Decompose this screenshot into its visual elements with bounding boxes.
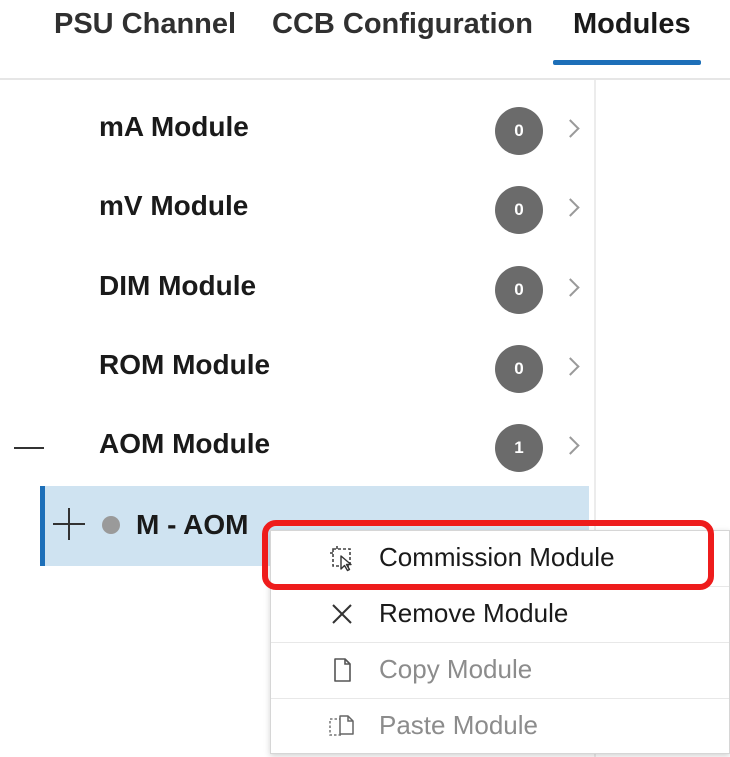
module-row-rom[interactable]: ROM Module 0 bbox=[0, 327, 594, 407]
tab-ccb-configuration[interactable]: CCB Configuration bbox=[272, 8, 533, 41]
module-row-mv[interactable]: mV Module 0 bbox=[0, 168, 594, 248]
tab-bar-divider bbox=[0, 78, 730, 80]
menu-item-label: Commission Module bbox=[379, 542, 615, 572]
chevron-right-icon[interactable] bbox=[561, 198, 580, 217]
commission-icon bbox=[328, 544, 356, 572]
menu-item-label: Remove Module bbox=[379, 598, 569, 628]
chevron-right-icon[interactable] bbox=[561, 278, 580, 297]
count-badge: 0 bbox=[495, 345, 543, 393]
module-instance-label: M - AOM bbox=[136, 509, 249, 540]
module-row-dim[interactable]: DIM Module 0 bbox=[0, 248, 594, 328]
menu-item-label: Paste Module bbox=[379, 710, 538, 740]
module-row-ma[interactable]: mA Module 0 bbox=[0, 89, 594, 169]
selection-indicator bbox=[40, 486, 45, 566]
tab-modules[interactable]: Modules bbox=[573, 8, 691, 41]
menu-item-paste-module[interactable]: Paste Module bbox=[271, 699, 729, 754]
menu-item-remove-module[interactable]: Remove Module bbox=[271, 587, 729, 642]
count-badge: 1 bbox=[495, 424, 543, 472]
context-menu: Commission Module Remove Module Copy Mod… bbox=[270, 530, 730, 754]
count-badge: 0 bbox=[495, 186, 543, 234]
collapse-icon[interactable] bbox=[14, 447, 44, 449]
module-label: mA Module bbox=[99, 111, 249, 142]
module-label: AOM Module bbox=[99, 428, 271, 459]
menu-item-label: Copy Module bbox=[379, 654, 533, 684]
menu-item-commission-module[interactable]: Commission Module bbox=[271, 531, 729, 586]
chevron-right-icon[interactable] bbox=[561, 436, 580, 455]
tab-bar: PSU Channel CCB Configuration Modules bbox=[0, 0, 730, 80]
paste-icon bbox=[328, 712, 356, 740]
chevron-right-icon[interactable] bbox=[561, 119, 580, 138]
module-label: ROM Module bbox=[99, 349, 271, 380]
tab-psu-channel[interactable]: PSU Channel bbox=[54, 8, 236, 41]
chevron-right-icon[interactable] bbox=[561, 357, 580, 376]
module-row-aom[interactable]: AOM Module 1 bbox=[0, 406, 594, 486]
document-icon bbox=[328, 656, 356, 684]
menu-item-copy-module[interactable]: Copy Module bbox=[271, 643, 729, 698]
status-dot-icon bbox=[102, 516, 120, 534]
count-badge: 0 bbox=[495, 107, 543, 155]
close-icon bbox=[328, 600, 356, 628]
module-label: mV Module bbox=[99, 190, 249, 221]
expand-plus-icon[interactable] bbox=[53, 508, 85, 540]
count-badge: 0 bbox=[495, 266, 543, 314]
active-tab-indicator bbox=[553, 60, 701, 65]
module-label: DIM Module bbox=[99, 270, 257, 301]
